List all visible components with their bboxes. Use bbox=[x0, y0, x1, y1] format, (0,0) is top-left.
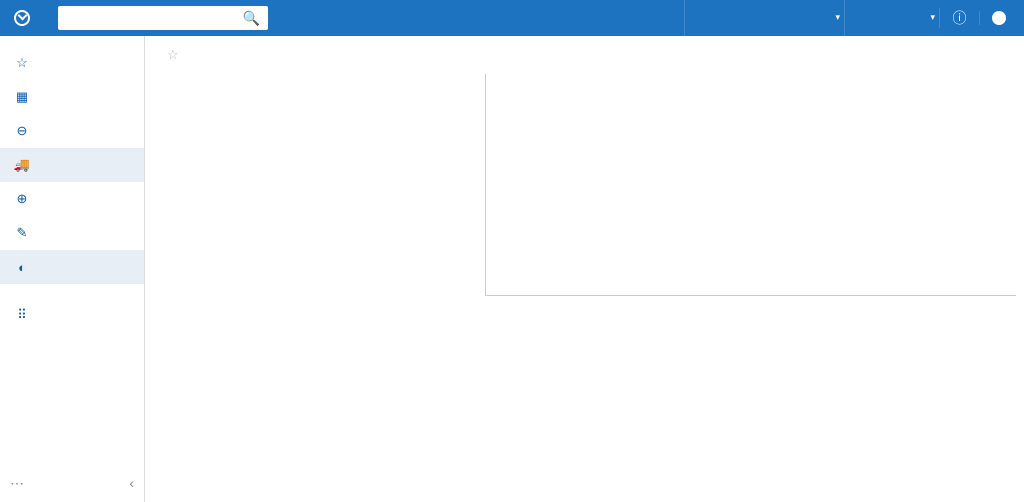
search-input[interactable] bbox=[66, 11, 243, 25]
chevron-down-icon: ▾ bbox=[835, 12, 840, 23]
sidebar-item-finance[interactable]: ▦ bbox=[0, 80, 144, 114]
calculator-icon: ▦ bbox=[14, 89, 30, 105]
sidebar-item-sales-orders[interactable]: ✎ bbox=[0, 216, 144, 250]
more-menu-icon[interactable]: ⋯ bbox=[10, 475, 24, 492]
minus-circle-icon: ⊖ bbox=[14, 123, 30, 139]
grid-icon: ⠿ bbox=[14, 307, 30, 323]
sidebar-item-payables[interactable]: ⊖ bbox=[0, 114, 144, 148]
help-button[interactable]: ⓘ bbox=[939, 8, 979, 28]
help-icon: ⓘ bbox=[953, 8, 967, 28]
user-menu[interactable] bbox=[979, 11, 1024, 25]
collapse-sidebar-icon[interactable]: ‹ bbox=[129, 475, 134, 492]
document-icon: ✎ bbox=[14, 225, 30, 241]
sidebar-item-receivables[interactable]: ⊕ bbox=[0, 182, 144, 216]
sidebar-item-favorites[interactable]: ☆ bbox=[0, 46, 144, 80]
gauge-icon: ◐ bbox=[14, 259, 30, 275]
chevron-down-icon: ▾ bbox=[930, 12, 935, 23]
search-icon[interactable]: 🔍 bbox=[243, 10, 260, 27]
plus-circle-icon: ⊕ bbox=[14, 191, 30, 207]
sidebar-more-items[interactable]: ⠿ bbox=[0, 298, 144, 332]
truck-icon: 🚚 bbox=[14, 157, 30, 173]
search-box[interactable]: 🔍 bbox=[58, 6, 268, 30]
brand-icon bbox=[14, 10, 30, 26]
sidebar-item-dashboards[interactable]: ◐ bbox=[0, 250, 144, 284]
brand-logo[interactable] bbox=[0, 10, 50, 26]
favorite-star-icon[interactable]: ☆ bbox=[167, 47, 179, 62]
sidebar-item-inventory[interactable]: 🚚 bbox=[0, 148, 144, 182]
star-icon: ☆ bbox=[14, 55, 30, 71]
budget-expenses-chart bbox=[441, 74, 1016, 314]
date-selector[interactable]: ▾ bbox=[844, 0, 939, 36]
company-selector[interactable]: ▾ bbox=[684, 0, 844, 36]
sidebar: ☆ ▦ ⊖ 🚚 ⊕ ✎ ◐ ⠿ ⋯ ‹ bbox=[0, 36, 145, 502]
user-icon bbox=[992, 11, 1006, 25]
